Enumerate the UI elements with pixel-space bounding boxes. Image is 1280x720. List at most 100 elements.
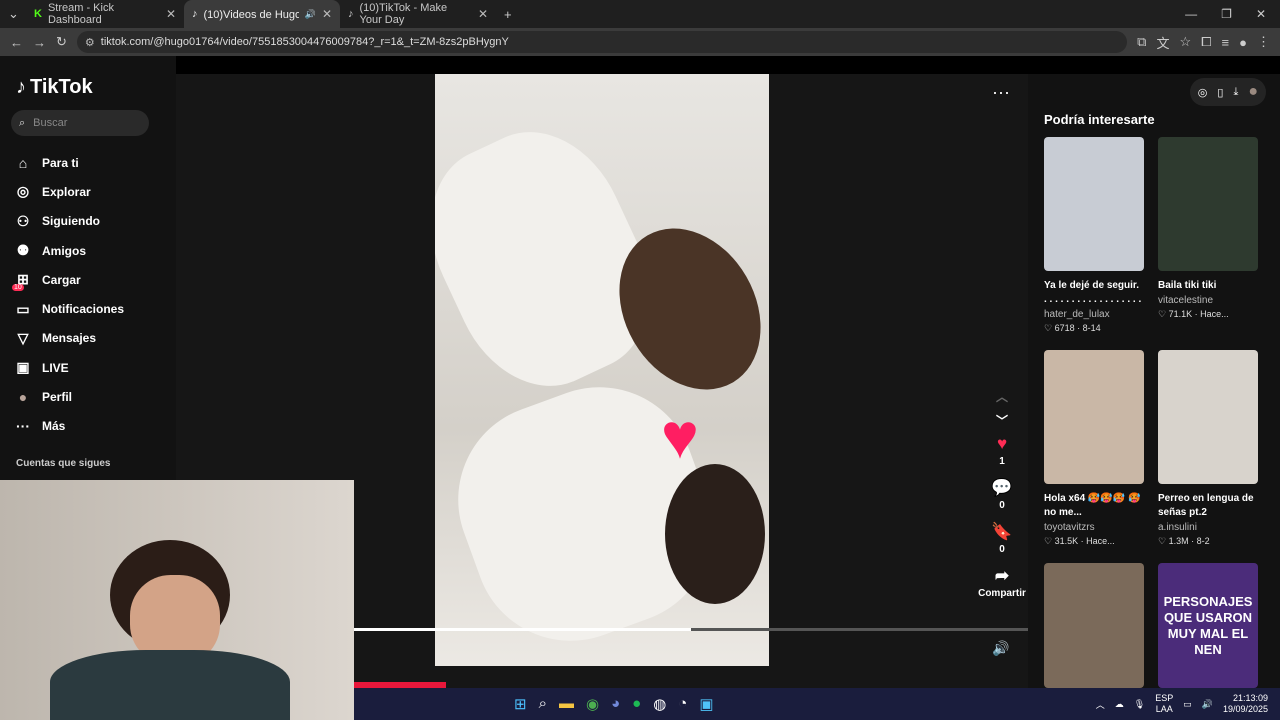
sidebar-item-label: Siguiendo bbox=[42, 214, 100, 229]
spotify-icon[interactable]: ● bbox=[632, 695, 641, 713]
restore-icon[interactable]: ❐ bbox=[1221, 7, 1232, 21]
tab-search-button[interactable]: ⌄ bbox=[0, 0, 26, 28]
translate-icon[interactable]: 文 bbox=[1156, 33, 1169, 52]
clock[interactable]: 21:13:09 19/09/2025 bbox=[1223, 693, 1268, 715]
chrome-icon[interactable]: ◉ bbox=[586, 695, 599, 713]
sidebar-item-para-ti[interactable]: ⌂ Para ti bbox=[16, 148, 124, 177]
download-icon[interactable]: ⤓ bbox=[1233, 86, 1238, 99]
card-title: Ya le dejé de seguir. . . . . . . . . . … bbox=[1044, 280, 1142, 305]
url-field[interactable]: ⚙ tiktok.com/@hugo01764/video/7551853004… bbox=[76, 31, 1128, 53]
sidebar-item-notificaciones[interactable]: ▭ Notificaciones bbox=[16, 294, 124, 323]
sidebar-item-mas[interactable]: ··· Más bbox=[16, 412, 124, 441]
menu-icon[interactable]: ⋮ bbox=[1257, 34, 1270, 50]
forward-icon[interactable]: → bbox=[33, 35, 46, 50]
recommendation-card[interactable]: PERSONAJES QUE USARON MUY MAL EL NEN bbox=[1158, 563, 1258, 688]
recommendation-card[interactable]: Perreo en lengua de señas pt.2 #insulini… bbox=[1158, 350, 1258, 547]
message-icon: ▽ bbox=[17, 329, 29, 346]
compass-icon: ◎ bbox=[16, 183, 30, 200]
card-date: 8-2 bbox=[1196, 536, 1210, 546]
sidebar-item-perfil[interactable]: ● Perfil bbox=[16, 382, 124, 411]
video-thumbnail: PERSONAJES QUE USARON MUY MAL EL NEN bbox=[1158, 563, 1258, 688]
obs-icon[interactable]: ◍ bbox=[653, 695, 666, 713]
friends-icon: ⚉ bbox=[16, 242, 30, 259]
sidebar-item-label: Explorar bbox=[42, 184, 91, 199]
video-hair bbox=[665, 464, 765, 604]
comment-count: 0 bbox=[999, 500, 1005, 511]
new-tab-button[interactable]: + bbox=[496, 0, 520, 28]
close-icon[interactable]: ✕ bbox=[166, 7, 176, 21]
sidebar-item-explorar[interactable]: ◎ Explorar bbox=[16, 177, 124, 206]
tab-kick[interactable]: K Stream - Kick Dashboard ✕ bbox=[26, 0, 184, 28]
tab-tiktok[interactable]: ♪ (10)TikTok - Make Your Day ✕ bbox=[340, 0, 496, 28]
cloud-icon[interactable]: ☁ bbox=[1115, 699, 1124, 710]
sidebar-item-label: LIVE bbox=[42, 360, 69, 375]
phone-icon[interactable]: ▯ bbox=[1217, 86, 1223, 99]
sidebar-item-mensajes[interactable]: ▽ Mensajes bbox=[16, 324, 124, 353]
extensions-icon[interactable]: ⧠ bbox=[1201, 34, 1211, 50]
search-placeholder: Buscar bbox=[33, 117, 68, 129]
recommendation-card[interactable]: Hola x64 🥵🥵🥵 🥵 no me... toyotavitzrs ♡ 3… bbox=[1044, 350, 1144, 547]
reload-icon[interactable]: ↻ bbox=[56, 34, 67, 50]
tab-hugo-videos[interactable]: ♪ (10)Videos de Hugo 💚 (@ 🔊 ✕ bbox=[184, 0, 340, 28]
sidebar-item-amigos[interactable]: ⚉ Amigos bbox=[16, 236, 124, 265]
card-likes: 6718 bbox=[1054, 323, 1075, 333]
card-user: a.insulini bbox=[1158, 522, 1197, 533]
minimize-icon[interactable]: — bbox=[1185, 7, 1197, 21]
clock-date: 19/09/2025 bbox=[1222, 704, 1268, 714]
search-icon[interactable]: ⌕ bbox=[539, 695, 547, 713]
sidebar-item-label: Mensajes bbox=[42, 331, 97, 346]
taskbar: ⊞ ⌕ ▬ ◉ ◕ ● ◍ ◔ ▣ ︿ ☁ 🎙 ESP LAA ▭ 🔊 21:1… bbox=[354, 688, 1280, 720]
recommendation-card[interactable]: Ya le dejé de seguir. . . . . . . . . . … bbox=[1044, 137, 1144, 334]
video-progress-bar[interactable] bbox=[354, 628, 1028, 631]
browser-tab-bar: ⌄ K Stream - Kick Dashboard ✕ ♪ (10)Vide… bbox=[0, 0, 1280, 28]
taskbar-apps: ⊞ ⌕ ▬ ◉ ◕ ● ◍ ◔ ▣ bbox=[514, 695, 714, 713]
app-icon[interactable]: ◔ bbox=[678, 695, 687, 713]
file-explorer-icon[interactable]: ▬ bbox=[559, 695, 574, 713]
tab-title: (10)Videos de Hugo 💚 (@ bbox=[203, 8, 299, 21]
share-icon[interactable]: ➦ bbox=[995, 564, 1009, 588]
recommendation-card[interactable] bbox=[1044, 563, 1144, 688]
tiktok-logo[interactable]: ♪ TikTok bbox=[16, 76, 93, 99]
video-player[interactable]: ♥ bbox=[435, 74, 769, 666]
cast-icon[interactable]: ⧉ bbox=[1137, 34, 1146, 50]
like-heart-icon[interactable]: ♥ bbox=[997, 432, 1007, 456]
url-text: tiktok.com/@hugo01764/video/755185300447… bbox=[100, 36, 509, 48]
avatar-icon: ● bbox=[18, 389, 28, 406]
close-icon[interactable]: ✕ bbox=[478, 7, 488, 21]
more-options-icon[interactable]: ··· bbox=[992, 82, 1010, 103]
compass-icon[interactable]: ◎ bbox=[1198, 86, 1208, 99]
volume-icon[interactable]: 🔊 bbox=[992, 640, 1009, 657]
site-info-icon[interactable]: ⚙ bbox=[85, 36, 95, 49]
card-stats: ♡ 6718 · 8-14 bbox=[1044, 323, 1101, 333]
bookmark-icon[interactable]: 🔖 bbox=[991, 520, 1012, 544]
chevron-down-icon[interactable]: ﹀ bbox=[996, 408, 1008, 432]
card-user: vitacelestine bbox=[1158, 295, 1214, 306]
search-input[interactable]: ⌕ Buscar bbox=[11, 110, 149, 136]
language-indicator[interactable]: ESP LAA bbox=[1155, 693, 1173, 715]
chevron-up-icon[interactable]: ︿ bbox=[1096, 698, 1105, 711]
search-icon: ⌕ bbox=[19, 116, 26, 129]
back-icon[interactable]: ← bbox=[10, 35, 23, 50]
sidebar-item-live[interactable]: ▣ LIVE bbox=[16, 353, 124, 382]
video-thumbnail bbox=[1044, 563, 1144, 688]
bookmark-star-icon[interactable]: ☆ bbox=[1179, 34, 1191, 50]
sidebar-item-siguiendo[interactable]: ⚇ Siguiendo bbox=[16, 207, 124, 236]
reading-list-icon[interactable]: ≡ bbox=[1222, 35, 1230, 50]
chevron-up-icon[interactable]: ︿ bbox=[996, 384, 1008, 408]
recommendation-card[interactable]: Baila tiki tiki vitacelestine ♡ 71.1K · … bbox=[1158, 137, 1258, 320]
sidebar-item-cargar[interactable]: ⊞ Cargar bbox=[16, 265, 124, 294]
app-icon[interactable]: ▣ bbox=[699, 695, 713, 713]
comment-icon[interactable]: 💬 bbox=[991, 476, 1012, 500]
progress-fill bbox=[354, 628, 691, 631]
volume-icon[interactable]: 🔊 bbox=[1202, 699, 1213, 710]
windows-start-icon[interactable]: ⊞ bbox=[514, 695, 527, 713]
avatar[interactable]: ● bbox=[1248, 83, 1258, 101]
video-actions: ︿ ﹀ ♥ 1 💬 0 🔖 0 ➦ Compartir bbox=[978, 384, 1026, 608]
close-icon[interactable]: ✕ bbox=[322, 7, 332, 21]
discord-icon[interactable]: ◕ bbox=[611, 695, 620, 713]
profile-avatar[interactable]: ● bbox=[1239, 35, 1247, 50]
network-icon[interactable]: ▭ bbox=[1183, 699, 1192, 710]
heart-icon: ♡ bbox=[1044, 536, 1053, 546]
microphone-icon[interactable]: 🎙 bbox=[1134, 699, 1145, 710]
close-window-icon[interactable]: ✕ bbox=[1256, 7, 1266, 21]
